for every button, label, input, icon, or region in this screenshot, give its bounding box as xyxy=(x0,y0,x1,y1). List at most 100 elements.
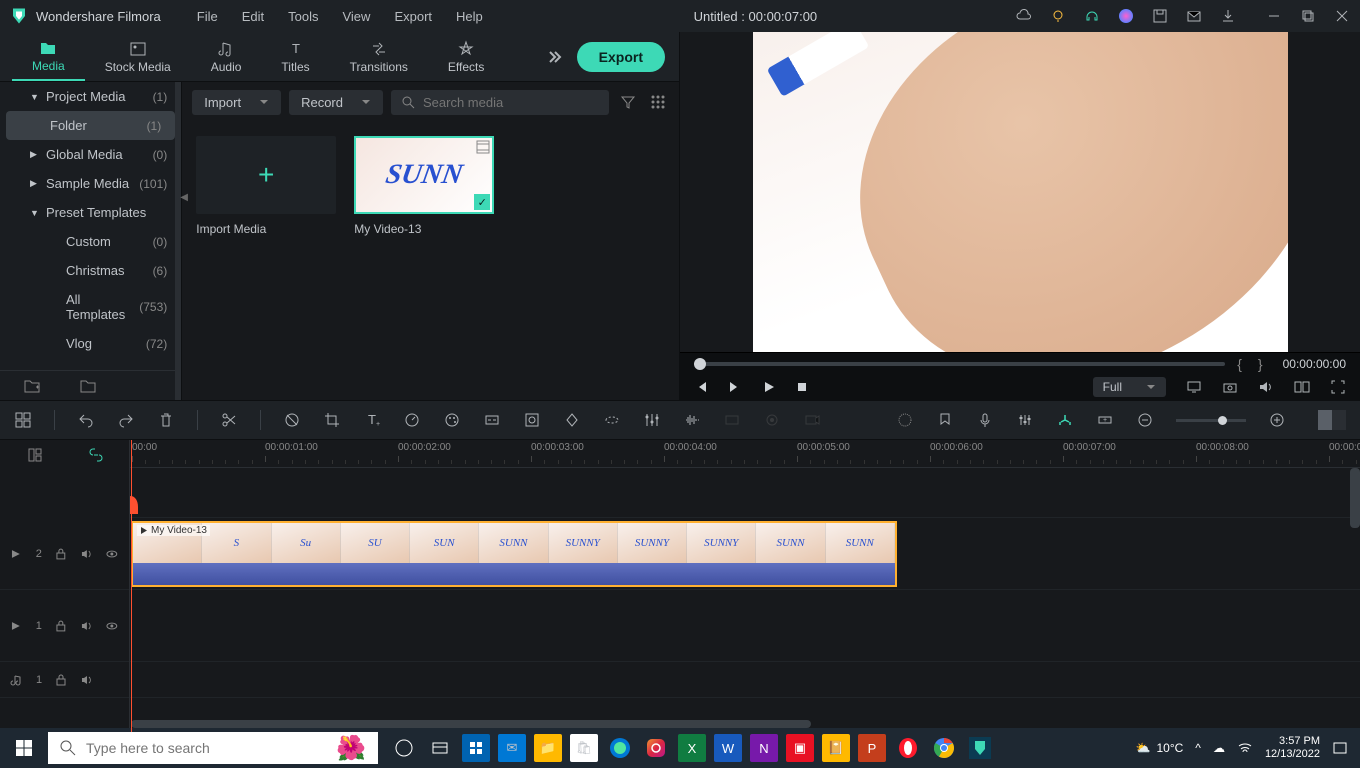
excel-icon[interactable]: X xyxy=(678,734,706,762)
tray-expand-icon[interactable]: ^ xyxy=(1195,741,1201,755)
download-icon[interactable] xyxy=(1220,8,1236,24)
mic-icon[interactable] xyxy=(976,411,994,429)
menu-edit[interactable]: Edit xyxy=(230,9,276,24)
tab-stock-media[interactable]: Stock Media xyxy=(85,33,191,81)
track-header-a1[interactable]: 1 xyxy=(0,662,129,698)
track-link-icon[interactable] xyxy=(88,447,102,461)
stop-button[interactable] xyxy=(728,380,742,394)
menu-file[interactable]: File xyxy=(185,9,230,24)
search-media-input[interactable] xyxy=(423,95,599,110)
app2-icon[interactable]: ▣ xyxy=(786,734,814,762)
crop-icon[interactable] xyxy=(323,411,341,429)
onenote-icon[interactable]: N xyxy=(750,734,778,762)
timeline-ruler[interactable]: 00:0000:00:01:0000:00:02:0000:00:03:0000… xyxy=(130,440,1360,468)
import-media-card[interactable]: + Import Media xyxy=(196,136,336,236)
filter-icon[interactable] xyxy=(617,91,639,113)
grid-icon[interactable] xyxy=(14,411,32,429)
render-icon[interactable] xyxy=(896,411,914,429)
sidebar-vlog[interactable]: Vlog(72) xyxy=(0,329,181,358)
media-clip-1[interactable]: SUNN ✓ My Video-13 xyxy=(354,136,494,236)
mute-icon[interactable] xyxy=(80,547,94,561)
tab-titles[interactable]: TTitles xyxy=(261,33,329,81)
scrub-bar[interactable] xyxy=(694,362,1225,366)
mute-icon[interactable] xyxy=(80,619,94,633)
snapshot-icon[interactable] xyxy=(1222,379,1238,395)
record-vo-icon[interactable] xyxy=(763,411,781,429)
keyframe-icon[interactable] xyxy=(563,411,581,429)
panel-collapse-icon[interactable]: ◀ xyxy=(180,192,190,210)
quality-select[interactable]: Full xyxy=(1093,377,1166,397)
audio-sync-icon[interactable] xyxy=(683,411,701,429)
app3-icon[interactable]: 📔 xyxy=(822,734,850,762)
magnet-icon[interactable] xyxy=(1056,411,1074,429)
minimize-button[interactable] xyxy=(1266,8,1282,24)
track-layout-icon[interactable] xyxy=(27,447,41,461)
track-a1[interactable] xyxy=(130,662,1360,698)
store-icon[interactable]: 🛍 xyxy=(570,734,598,762)
zoom-slider[interactable] xyxy=(1176,419,1246,422)
mark-out-button[interactable]: } xyxy=(1254,356,1267,372)
speed-icon[interactable] xyxy=(403,411,421,429)
preview-mode-toggle[interactable] xyxy=(1318,410,1346,430)
export-button[interactable]: Export xyxy=(577,42,665,72)
taskview-icon[interactable] xyxy=(390,734,418,762)
opera-icon[interactable] xyxy=(894,734,922,762)
explorer-icon[interactable]: 📁 xyxy=(534,734,562,762)
delete-icon[interactable] xyxy=(157,411,175,429)
mark-icon[interactable] xyxy=(283,411,301,429)
sidebar-folder[interactable]: Folder(1) xyxy=(6,111,175,140)
bulb-icon[interactable] xyxy=(1050,8,1066,24)
menu-export[interactable]: Export xyxy=(382,9,444,24)
tray-clock[interactable]: 3:57 PM12/13/2022 xyxy=(1265,735,1320,761)
sidebar-preset-templates[interactable]: ▼Preset Templates xyxy=(0,198,181,227)
display-icon[interactable] xyxy=(1186,379,1202,395)
track-header-v2[interactable]: 2 xyxy=(0,518,129,590)
word-icon[interactable]: W xyxy=(714,734,742,762)
greenscreen-icon[interactable] xyxy=(523,411,541,429)
track-v2[interactable]: My Video-13 SSuSUSUNSUNNSUNNYSUNNYSUNNYS… xyxy=(130,518,1360,590)
marker-icon[interactable] xyxy=(936,411,954,429)
taskview2-icon[interactable] xyxy=(426,734,454,762)
maximize-button[interactable] xyxy=(1300,8,1316,24)
profile-icon[interactable] xyxy=(1118,8,1134,24)
menu-view[interactable]: View xyxy=(330,9,382,24)
mixer-icon[interactable] xyxy=(1016,411,1034,429)
sidebar-scrollbar[interactable] xyxy=(175,82,181,400)
compare-icon[interactable] xyxy=(1294,379,1310,395)
chrome-icon[interactable] xyxy=(930,734,958,762)
split-icon[interactable] xyxy=(220,411,238,429)
link-icon[interactable]: + xyxy=(1096,411,1114,429)
effects-icon[interactable] xyxy=(803,411,821,429)
tab-audio[interactable]: Audio xyxy=(191,33,262,81)
mark-in-button[interactable]: { xyxy=(1233,356,1246,372)
tab-media[interactable]: Media xyxy=(12,33,85,81)
search-media[interactable] xyxy=(391,90,609,115)
text-icon[interactable]: T+ xyxy=(363,411,381,429)
tray-wifi-icon[interactable] xyxy=(1237,740,1253,756)
record-stop-button[interactable] xyxy=(796,381,808,393)
tray-cloud-icon[interactable]: ☁ xyxy=(1213,741,1225,755)
sidebar-project-media[interactable]: ▼Project Media(1) xyxy=(0,82,181,111)
notifications-icon[interactable] xyxy=(1332,740,1348,756)
adjust-icon[interactable] xyxy=(643,411,661,429)
tracks-area[interactable]: 00:0000:00:01:0000:00:02:0000:00:03:0000… xyxy=(130,440,1360,732)
visibility-icon[interactable] xyxy=(105,619,119,633)
mute-icon[interactable] xyxy=(80,673,94,687)
lock-icon[interactable] xyxy=(54,673,68,687)
zoom-in-icon[interactable] xyxy=(1268,411,1286,429)
menu-tools[interactable]: Tools xyxy=(276,9,330,24)
headset-icon[interactable] xyxy=(1084,8,1100,24)
playhead[interactable] xyxy=(131,440,132,732)
timeline-vscroll[interactable] xyxy=(1350,468,1360,528)
import-dropdown[interactable]: Import xyxy=(192,90,281,115)
weather-widget[interactable]: ⛅10°C xyxy=(1136,741,1184,755)
record-dropdown[interactable]: Record xyxy=(289,90,383,115)
sidebar-sample-media[interactable]: ▶Sample Media(101) xyxy=(0,169,181,198)
cloud-icon[interactable] xyxy=(1016,8,1032,24)
prev-frame-button[interactable] xyxy=(694,380,708,394)
preview-viewport[interactable] xyxy=(680,32,1360,353)
app-icon[interactable] xyxy=(462,734,490,762)
taskbar-search[interactable]: 🌺 xyxy=(48,732,378,764)
zoom-out-icon[interactable] xyxy=(1136,411,1154,429)
lock-icon[interactable] xyxy=(54,619,68,633)
